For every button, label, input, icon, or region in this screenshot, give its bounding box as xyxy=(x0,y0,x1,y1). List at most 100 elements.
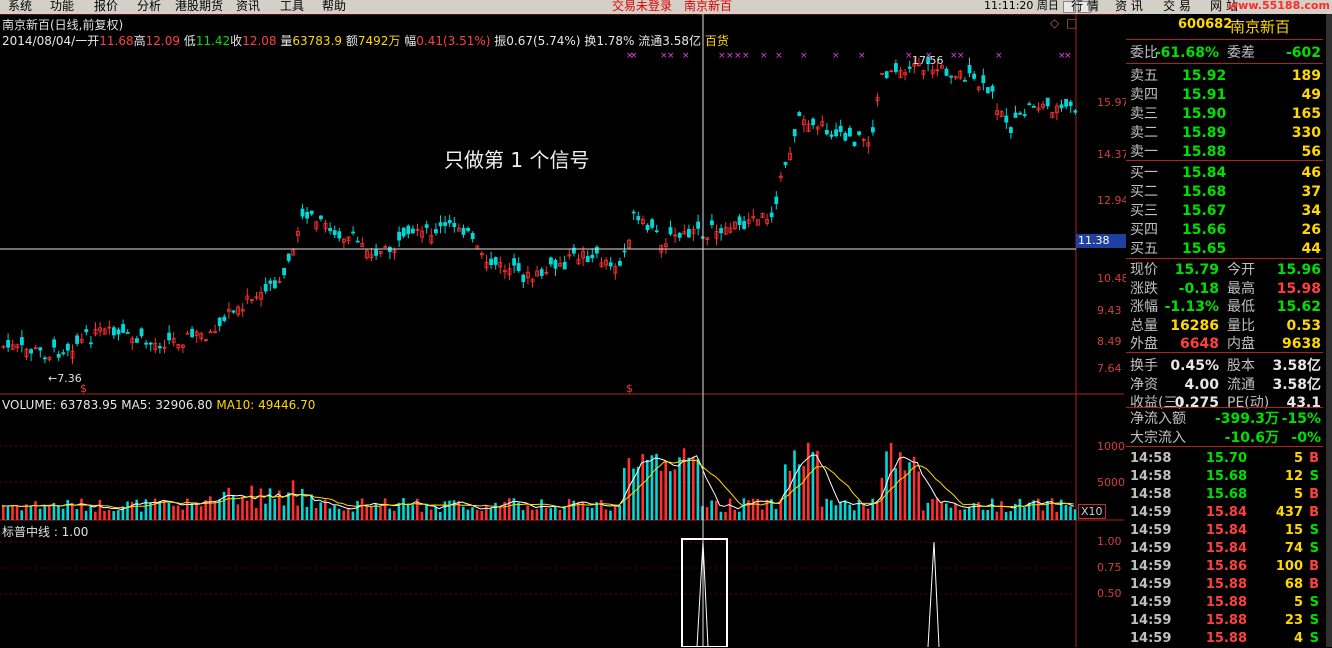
tab-news[interactable]: 资 讯 xyxy=(1110,0,1148,14)
trade-login-status[interactable]: 交易未登录 xyxy=(612,0,672,14)
menu-system[interactable]: 系统 xyxy=(8,0,32,14)
menu-function[interactable]: 功能 xyxy=(50,0,74,14)
tick-direction: S xyxy=(1309,469,1319,484)
fundamental-label: 流通 xyxy=(1227,376,1255,393)
volume-bar xyxy=(305,506,309,520)
candle-body xyxy=(38,347,43,351)
ask-row[interactable]: 卖五 15.92 189 xyxy=(1126,67,1323,85)
menu-tools[interactable]: 工具 xyxy=(280,0,304,14)
ask-row[interactable]: 卖一 15.88 56 xyxy=(1126,143,1323,161)
volume-bar xyxy=(862,503,865,520)
ask-row[interactable]: 卖四 15.91 49 xyxy=(1126,86,1323,104)
tick-row: 14:58 15.68 5 B xyxy=(1126,486,1323,504)
volume-bar xyxy=(733,509,736,520)
ask-label: 卖三 xyxy=(1130,106,1158,122)
candle-body xyxy=(981,75,986,84)
volume-bar xyxy=(558,509,562,520)
square-icon[interactable]: □ xyxy=(1066,16,1077,30)
candle-body xyxy=(825,129,829,135)
signal-cross-marker: × xyxy=(718,51,726,61)
volume-bar xyxy=(747,500,750,520)
candle-body xyxy=(516,263,521,271)
candle-body xyxy=(696,221,700,229)
stat-label: 量比 xyxy=(1227,317,1255,334)
bid-row[interactable]: 买一 15.84 46 xyxy=(1126,164,1323,182)
volume-bar xyxy=(1055,511,1058,520)
candle-body xyxy=(401,227,406,237)
candle-body xyxy=(1073,110,1078,113)
candle-body xyxy=(792,129,797,137)
menu-analysis[interactable]: 分析 xyxy=(137,0,161,14)
bid-price: 15.84 xyxy=(1182,165,1227,181)
ask-volume: 189 xyxy=(1291,68,1321,84)
volume-bar xyxy=(650,455,654,520)
price-tick: 15.97 xyxy=(1097,96,1129,109)
menu-news[interactable]: 资讯 xyxy=(236,0,260,14)
flow-label: 大宗流入 xyxy=(1130,429,1186,446)
candle-body xyxy=(645,224,650,231)
fundamental-label: 股本 xyxy=(1227,358,1255,374)
candle-body xyxy=(949,75,953,78)
volume-bar xyxy=(742,498,746,520)
bid-row[interactable]: 买五 15.65 44 xyxy=(1126,240,1323,258)
highlight-box xyxy=(681,538,728,647)
volume-bar xyxy=(1032,500,1035,520)
ask-label: 卖二 xyxy=(1130,125,1158,141)
menu-quote[interactable]: 报价 xyxy=(94,0,118,14)
tab-market[interactable]: 行 情 xyxy=(1066,0,1104,14)
candle-body xyxy=(167,332,172,341)
candle-body xyxy=(309,210,314,215)
candle-body xyxy=(871,127,875,133)
tick-qty: 12 xyxy=(1284,469,1303,484)
volume-unit-badge[interactable]: X10 xyxy=(1078,504,1106,519)
ask-row[interactable]: 卖三 15.90 165 xyxy=(1126,105,1323,123)
candle-body xyxy=(553,259,558,269)
price-tick: 9.43 xyxy=(1097,304,1122,317)
menu-help[interactable]: 帮助 xyxy=(322,0,346,14)
volume-bar xyxy=(820,506,824,520)
kline-chart-svg[interactable]: ×× × × × × × × × × × × × × × × × × × ×× xyxy=(0,14,1124,647)
candle-body xyxy=(134,338,139,343)
signal-cross-marker: × xyxy=(760,51,768,61)
volume-bar xyxy=(181,509,184,520)
diamond-icon[interactable]: ◇ xyxy=(1050,16,1059,30)
candle-body xyxy=(668,227,673,235)
bid-label: 买三 xyxy=(1130,203,1158,219)
signal-cross-marker: × xyxy=(734,51,742,61)
volume-bar xyxy=(15,505,19,520)
ask-row[interactable]: 卖二 15.89 330 xyxy=(1126,124,1323,142)
volume-bar xyxy=(406,503,410,520)
bid-row[interactable]: 买四 15.66 26 xyxy=(1126,221,1323,239)
volume-bar xyxy=(995,511,999,520)
volume-bar xyxy=(508,498,511,520)
tab-trade[interactable]: 交 易 xyxy=(1158,0,1196,14)
right-scroll-strip[interactable] xyxy=(1326,14,1332,647)
menu-hk-futures[interactable]: 港股期货 xyxy=(175,0,223,14)
volume-bar xyxy=(172,505,175,520)
volume-bar xyxy=(176,505,180,520)
volume-bar xyxy=(48,505,51,520)
volume-bar xyxy=(328,508,332,520)
tick-qty: 74 xyxy=(1284,541,1303,556)
chart-area[interactable]: × × × × × × × × × × × × × × × × × × × × × 南京新百(日线,前复权) ◇ □ 2… xyxy=(0,14,1132,647)
stat-value: -0.18 xyxy=(1178,280,1219,297)
candle-body xyxy=(332,230,337,235)
tick-price: 15.88 xyxy=(1205,613,1247,628)
candle-body xyxy=(282,267,287,276)
signal-cross-marker: × xyxy=(1064,51,1072,61)
volume-bar xyxy=(1041,510,1045,520)
bid-row[interactable]: 买二 15.68 37 xyxy=(1126,183,1323,201)
volume-bar xyxy=(98,499,102,520)
bid-row[interactable]: 买三 15.67 34 xyxy=(1126,202,1323,220)
volume-tick: 5000 xyxy=(1097,476,1125,489)
price-tick: 14.37 xyxy=(1097,148,1129,161)
tick-time: 14:59 xyxy=(1130,595,1172,610)
info-sector[interactable]: 百货 xyxy=(705,34,729,48)
ask-label: 卖五 xyxy=(1130,68,1158,84)
volume-bar xyxy=(84,510,88,520)
candle-body xyxy=(355,240,360,243)
fundamental-value: 0.45% xyxy=(1170,358,1219,374)
volume-bar xyxy=(475,509,479,520)
tick-row: 14:59 15.88 4 S xyxy=(1126,630,1323,648)
candle-body xyxy=(549,257,553,265)
